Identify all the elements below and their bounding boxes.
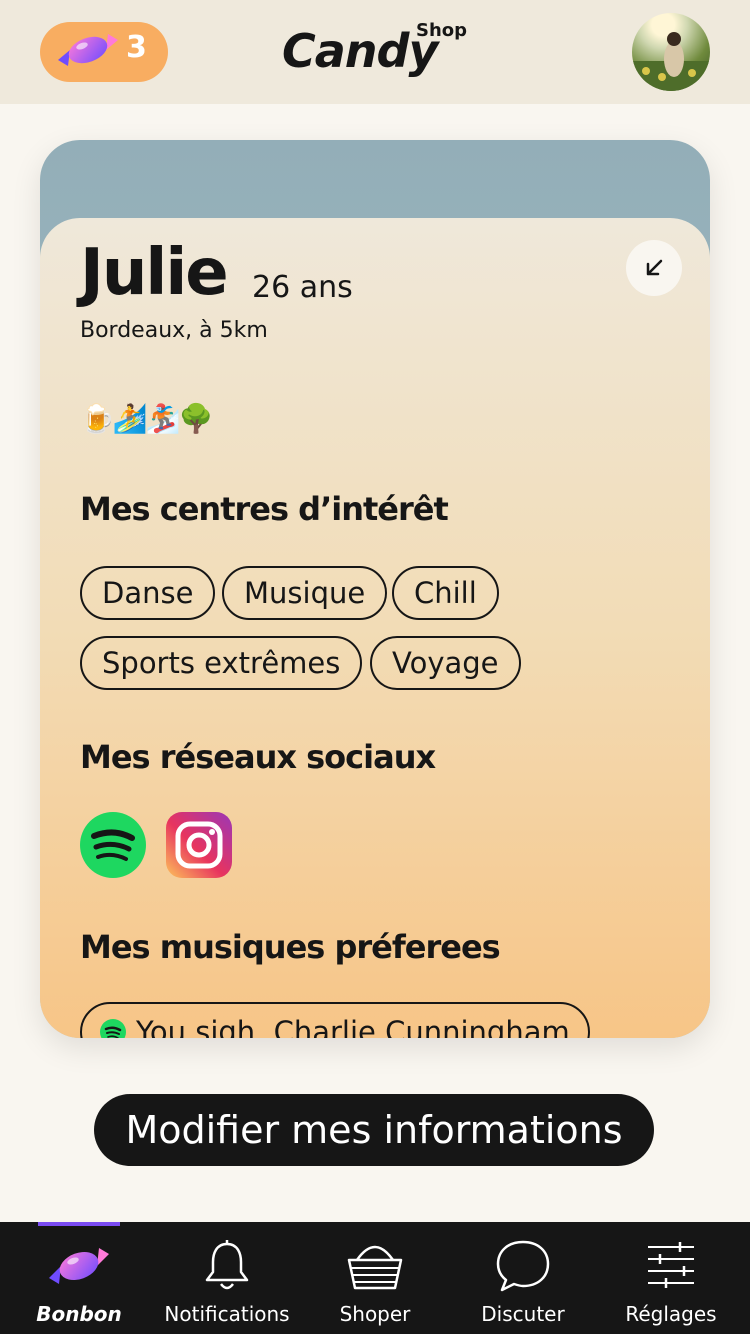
edit-profile-button[interactable]: Modifier mes informations xyxy=(94,1094,654,1166)
bottom-tab-bar: Bonbon Notifications Shoper Discuter Rég… xyxy=(0,1222,750,1334)
avatar[interactable] xyxy=(632,13,710,91)
basket-icon xyxy=(343,1236,407,1296)
bell-icon xyxy=(195,1236,259,1296)
spotify-icon[interactable] xyxy=(80,812,146,878)
logo-wordmark: Candy xyxy=(282,24,438,78)
music-title: Mes musiques préferees xyxy=(80,928,501,966)
profile-location: Bordeaux, à 5km xyxy=(80,318,268,343)
favorite-song-label: You sigh, Charlie Cunningham xyxy=(136,1015,570,1038)
tab-discuter[interactable]: Discuter xyxy=(448,1222,598,1334)
sliders-icon xyxy=(639,1236,703,1296)
socials-title: Mes réseaux sociaux xyxy=(80,738,436,776)
interests-title: Mes centres d’intérêt xyxy=(80,490,449,528)
interest-chip-sports-extremes[interactable]: Sports extrêmes xyxy=(80,636,363,690)
app-logo: Candy Shop xyxy=(282,20,472,90)
interest-chip-chill[interactable]: Chill xyxy=(392,566,499,620)
tab-reglages[interactable]: Réglages xyxy=(596,1222,746,1334)
tab-label-discuter: Discuter xyxy=(481,1302,565,1326)
profile-emojis: 🍺🏄🏂🌳 xyxy=(80,402,213,435)
candy-count: 3 xyxy=(126,30,147,65)
tab-label-bonbon: Bonbon xyxy=(36,1302,122,1326)
profile-name: Julie xyxy=(80,236,229,310)
tab-label-notifications: Notifications xyxy=(164,1302,290,1326)
arrow-down-left-icon xyxy=(646,259,663,276)
interest-chip-danse[interactable]: Danse xyxy=(80,566,216,620)
profile-card-body: Julie 26 ans Bordeaux, à 5km 🍺🏄🏂🌳 Mes ce… xyxy=(40,218,710,1038)
candy-icon xyxy=(56,30,120,74)
tab-notifications[interactable]: Notifications xyxy=(152,1222,302,1334)
profile-age: 26 ans xyxy=(252,270,353,305)
spotify-icon xyxy=(100,1019,126,1038)
tab-bonbon[interactable]: Bonbon xyxy=(4,1222,154,1334)
avatar-photo xyxy=(632,32,710,91)
tab-label-shoper: Shoper xyxy=(339,1302,411,1326)
interest-chip-voyage[interactable]: Voyage xyxy=(370,636,521,690)
collapse-button[interactable] xyxy=(626,240,682,296)
header: 3 Candy Shop xyxy=(0,0,750,104)
favorite-song[interactable]: You sigh, Charlie Cunningham xyxy=(80,1002,590,1038)
tab-label-reglages: Réglages xyxy=(625,1302,717,1326)
interest-chip-musique[interactable]: Musique xyxy=(222,566,388,620)
tab-shoper[interactable]: Shoper xyxy=(300,1222,450,1334)
chat-icon xyxy=(491,1236,555,1296)
candy-balance-badge[interactable]: 3 xyxy=(40,22,168,82)
logo-superscript: Shop xyxy=(416,20,468,41)
profile-card: Julie 26 ans Bordeaux, à 5km 🍺🏄🏂🌳 Mes ce… xyxy=(40,140,710,1038)
candy-icon xyxy=(47,1236,111,1296)
instagram-icon[interactable] xyxy=(166,812,232,878)
